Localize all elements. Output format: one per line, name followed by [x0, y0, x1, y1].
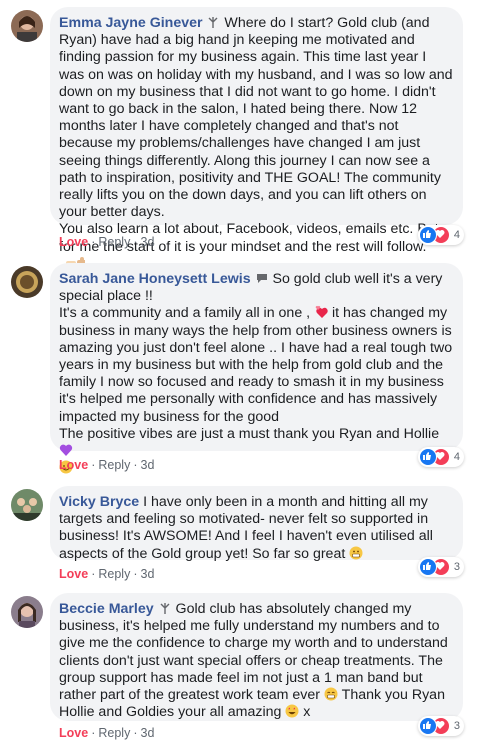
reactions-summary[interactable]: 3: [417, 557, 464, 577]
comment-text: Where do I start? Gold club (and Ryan) h…: [59, 15, 453, 255]
separator-dot: ·: [133, 458, 138, 472]
like-reaction-icon: [418, 558, 437, 576]
comment-text-continued: it has changed my business in many ways …: [59, 305, 453, 442]
comment-actions: Love · Reply · 3d: [59, 234, 154, 250]
reactions-summary[interactable]: 4: [417, 447, 464, 467]
love-button[interactable]: Love: [59, 726, 88, 740]
separator-dot: ·: [91, 567, 96, 581]
comment-actions: Love · Reply · 3d: [59, 457, 154, 473]
love-button[interactable]: Love: [59, 567, 88, 581]
love-button[interactable]: Love: [59, 235, 88, 249]
comment-bubble: Beccie Marley Gold club has absolutely c…: [50, 593, 463, 721]
avatar[interactable]: [11, 10, 43, 42]
reply-button[interactable]: Reply: [98, 567, 130, 581]
author-name[interactable]: Emma Jayne Ginever: [59, 15, 203, 31]
conversation-starter-icon: [255, 271, 269, 287]
rising-star-icon: [158, 601, 172, 617]
comment-actions: Love · Reply · 3d: [59, 725, 154, 741]
reaction-count: 3: [453, 720, 460, 732]
reply-button[interactable]: Reply: [98, 726, 130, 740]
timestamp[interactable]: 3d: [141, 235, 155, 249]
avatar[interactable]: [11, 266, 43, 298]
timestamp[interactable]: 3d: [141, 567, 155, 581]
separator-dot: ·: [91, 726, 96, 740]
comment-bubble: Emma Jayne Ginever Where do I start? Gol…: [50, 7, 463, 268]
separator-dot: ·: [91, 235, 96, 249]
reaction-count: 3: [453, 561, 460, 573]
separator-dot: ·: [133, 567, 138, 581]
like-reaction-icon: [418, 226, 437, 244]
author-name[interactable]: Beccie Marley: [59, 601, 154, 617]
timestamp[interactable]: 3d: [141, 726, 155, 740]
comment-actions: Love · Reply · 3d: [59, 566, 154, 582]
timestamp[interactable]: 3d: [141, 458, 155, 472]
love-button[interactable]: Love: [59, 458, 88, 472]
star-struck-emoji: [285, 704, 299, 720]
hearts-emoji: [314, 305, 328, 321]
separator-dot: ·: [133, 726, 138, 740]
smiling-eyes-emoji: [324, 687, 338, 703]
reaction-count: 4: [453, 229, 460, 241]
author-name[interactable]: Vicky Bryce: [59, 494, 139, 510]
separator-dot: ·: [91, 458, 96, 472]
reactions-summary[interactable]: 3: [417, 716, 464, 736]
reply-button[interactable]: Reply: [98, 458, 130, 472]
rising-star-icon: [206, 15, 220, 31]
reply-button[interactable]: Reply: [98, 235, 130, 249]
comment-bubble: Sarah Jane Honeysett Lewis So gold club …: [50, 263, 463, 474]
reaction-count: 4: [453, 451, 460, 463]
comment-bubble: Vicky Bryce I have only been in a month …: [50, 486, 463, 562]
reactions-summary[interactable]: 4: [417, 225, 464, 245]
comment-text-end: x: [299, 704, 311, 721]
avatar[interactable]: [11, 489, 43, 521]
grinning-face-emoji: [349, 546, 363, 562]
like-reaction-icon: [418, 448, 437, 466]
author-name[interactable]: Sarah Jane Honeysett Lewis: [59, 271, 251, 287]
like-reaction-icon: [418, 717, 437, 735]
avatar[interactable]: [11, 596, 43, 628]
separator-dot: ·: [133, 235, 138, 249]
